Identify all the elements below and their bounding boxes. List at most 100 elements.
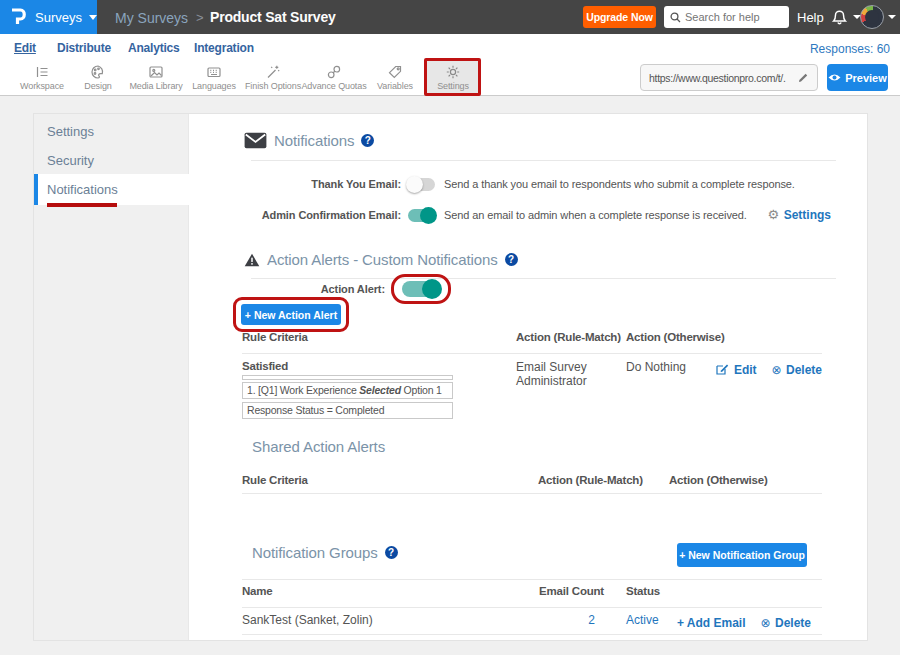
envelope-icon <box>244 132 267 149</box>
help-link[interactable]: Help <box>797 10 824 25</box>
alert-row-actions: Edit Delete <box>634 360 822 378</box>
admin-confirmation-toggle[interactable] <box>408 209 435 222</box>
toolbar-item-workspace[interactable]: Workspace <box>13 60 71 95</box>
shared-action-alerts-title: Shared Action Alerts <box>252 438 385 455</box>
notifications-bell[interactable] <box>830 8 861 26</box>
survey-url-field[interactable]: https://www.questionpro.com/t/. <box>640 64 818 91</box>
admin-settings-link[interactable]: Settings <box>734 205 831 223</box>
group-delete-link[interactable]: Delete <box>775 616 811 630</box>
col-name: Name <box>242 585 273 597</box>
divider <box>251 278 836 279</box>
action-alert-toggle[interactable] <box>402 281 440 297</box>
product-switcher-label: Surveys <box>35 10 82 25</box>
group-row-actions: + Add Email Delete <box>594 613 811 631</box>
media-library-icon <box>148 64 164 80</box>
top-header: Surveys My Surveys > Product Sat Survey … <box>0 0 900 34</box>
responses-count[interactable]: Responses: 60 <box>810 42 890 56</box>
admin-confirmation-label: Admin Confirmation Email: <box>141 209 401 221</box>
divider <box>242 607 822 608</box>
breadcrumb-current: Product Sat Survey <box>210 9 336 25</box>
group-email-count[interactable]: 2 <box>504 613 595 627</box>
chevron-down-icon <box>888 15 896 19</box>
tab-distribute[interactable]: Distribute <box>57 41 111 55</box>
group-name: SankTest (Sanket, Zolin) <box>242 613 373 627</box>
col-rule-criteria-2: Rule Criteria <box>242 474 308 486</box>
sidebar-item-security[interactable]: Security <box>34 145 189 175</box>
gear-icon <box>768 205 780 222</box>
divider <box>242 493 822 494</box>
divider <box>251 160 836 161</box>
toolbar-item-settings[interactable]: Settings <box>426 60 480 95</box>
criteria-connector-box <box>242 375 453 380</box>
edit-link[interactable]: Edit <box>734 363 757 377</box>
tab-edit[interactable]: Edit <box>14 41 36 55</box>
tab-integration[interactable]: Integration <box>194 41 254 55</box>
avatar[interactable] <box>860 5 884 29</box>
survey-url-value: https://www.questionpro.com/t/. <box>649 72 797 84</box>
upgrade-now-button[interactable]: Upgrade Now <box>583 6 656 28</box>
annotation-underline-notifications <box>47 203 117 207</box>
chevron-down-icon <box>89 15 97 20</box>
new-action-alert-button[interactable]: + New Action Alert <box>241 304 341 325</box>
design-icon <box>90 64 106 80</box>
edit-url-pencil-icon[interactable] <box>797 72 809 84</box>
circle-x-icon <box>760 613 770 630</box>
settings-panel: Settings Security Notifications Notifica… <box>33 113 868 641</box>
action-alert-label: Action Alert: <box>125 283 385 295</box>
tab-analytics[interactable]: Analytics <box>128 41 180 55</box>
col-action-rule-match-2: Action (Rule-Match) <box>538 474 643 486</box>
thank-you-email-label: Thank You Email: <box>141 178 401 190</box>
col-email-count: Email Count <box>504 585 604 597</box>
edit-pencil-icon[interactable] <box>716 363 729 375</box>
rule-status: Satisfied <box>242 360 288 372</box>
criteria-box-2[interactable]: Response Status = Completed <box>242 402 453 419</box>
help-question-icon[interactable] <box>361 134 374 147</box>
advance-quotas-icon <box>326 64 342 80</box>
help-search <box>664 6 789 28</box>
breadcrumb-my-surveys[interactable]: My Surveys <box>115 10 188 26</box>
toolbar-item-media-library[interactable]: Media Library <box>127 60 185 95</box>
criteria-box-1[interactable]: 1. [Q1] Work Experience Selected Option … <box>242 382 453 399</box>
search-icon <box>670 12 681 23</box>
sidebar-item-settings[interactable]: Settings <box>34 116 189 146</box>
notifications-title: Notifications <box>274 132 354 149</box>
thank-you-email-desc: Send a thank you email to respondents wh… <box>444 178 795 190</box>
circle-x-icon <box>771 360 781 377</box>
col-action-rule-match: Action (Rule-Match) <box>516 331 621 343</box>
edit-toolbar: Workspace Design Media Library Languages… <box>0 60 900 96</box>
product-switcher[interactable]: Surveys <box>0 0 97 34</box>
help-question-icon[interactable] <box>505 253 518 266</box>
toolbar-item-variables[interactable]: Variables <box>366 60 424 95</box>
notification-groups-title: Notification Groups <box>252 544 378 561</box>
settings-sidebar: Settings Security Notifications <box>34 114 189 640</box>
toolbar-item-advance-quotas[interactable]: Advance Quotas <box>305 60 363 95</box>
variables-icon <box>387 64 403 80</box>
notifications-section-header: Notifications <box>244 132 374 149</box>
col-action-otherwise: Action (Otherwise) <box>626 331 725 343</box>
help-search-input[interactable] <box>685 11 781 23</box>
toolbar-item-design[interactable]: Design <box>69 60 127 95</box>
bell-icon <box>830 8 849 26</box>
toolbar-item-finish-options[interactable]: Finish Options <box>244 60 302 95</box>
new-notification-group-button[interactable]: + New Notification Group <box>677 543 807 567</box>
preview-button[interactable]: Preview <box>827 64 888 91</box>
col-status: Status <box>626 585 660 597</box>
warning-triangle-icon <box>244 253 260 267</box>
toolbar-item-languages[interactable]: Languages <box>185 60 243 95</box>
help-question-icon[interactable] <box>385 546 398 559</box>
add-email-link[interactable]: + Add Email <box>677 616 746 630</box>
divider <box>242 634 822 635</box>
notification-groups-header: Notification Groups <box>252 544 398 561</box>
col-rule-criteria: Rule Criteria <box>242 331 308 343</box>
eye-icon <box>828 73 841 82</box>
finish-options-icon <box>265 64 281 80</box>
languages-icon <box>206 64 222 80</box>
action-alerts-section-header: Action Alerts - Custom Notifications <box>244 251 518 268</box>
thank-you-email-toggle[interactable] <box>408 178 435 191</box>
settings-gear-icon <box>445 64 461 80</box>
delete-link[interactable]: Delete <box>786 363 822 377</box>
breadcrumb-separator: > <box>196 10 204 25</box>
action-alerts-title: Action Alerts - Custom Notifications <box>267 251 498 268</box>
col-action-otherwise-2: Action (Otherwise) <box>669 474 768 486</box>
divider <box>242 353 822 354</box>
